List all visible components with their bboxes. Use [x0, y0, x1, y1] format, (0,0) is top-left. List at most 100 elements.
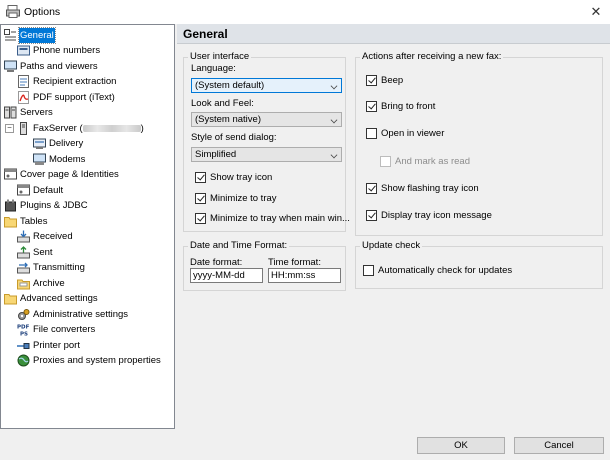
date-time-format-group: Date and Time Format: Date format: Time …	[183, 240, 346, 291]
chevron-down-icon	[330, 151, 338, 159]
title-bar: Options ✕	[0, 0, 610, 24]
folder-icon	[4, 294, 17, 305]
page-title: General	[183, 27, 228, 41]
checkbox-label: Show tray icon	[210, 172, 273, 183]
checkbox-label: Automatically check for updates	[378, 265, 513, 276]
folder-icon	[4, 217, 17, 228]
tree-item-label: Transmitting	[33, 262, 85, 273]
close-icon[interactable]: ✕	[582, 0, 610, 24]
lookfeel-select[interactable]: (System native)	[191, 112, 342, 127]
server-icon	[20, 122, 27, 135]
servers-icon	[4, 106, 17, 119]
modems-icon	[33, 153, 46, 165]
tree-item-label: Modems	[49, 154, 86, 165]
tree-item-label: PDF support (iText)	[33, 92, 115, 103]
checkbox-box	[363, 265, 374, 276]
file-converters-icon: PDFPS	[17, 325, 30, 337]
group-title: User interface	[188, 51, 252, 62]
tree-item-label: Default	[33, 185, 64, 196]
chevron-down-icon	[330, 82, 338, 90]
checkbox-box	[366, 210, 377, 221]
recipient-extraction-icon	[18, 75, 29, 88]
general-icon	[4, 29, 16, 41]
date-format-input[interactable]	[191, 269, 262, 282]
tree-item-label: File converters	[33, 324, 96, 335]
tree-item-label: Tables	[20, 216, 48, 227]
senddialog-label: Style of send dialog:	[191, 132, 277, 143]
delivery-icon	[33, 138, 46, 149]
globe-icon	[17, 354, 30, 367]
cover-page-icon	[4, 168, 17, 180]
checkbox-label: And mark as read	[395, 156, 470, 167]
tree-item-label: FaxServer ()	[33, 123, 144, 134]
time-format-label: Time format:	[268, 257, 321, 268]
checkbox-box	[195, 172, 206, 183]
chevron-down-icon	[330, 116, 338, 124]
options-tree[interactable]: General Phone numbers Paths and viewers …	[0, 24, 175, 429]
checkbox-label: Open in viewer	[381, 128, 445, 139]
ok-button[interactable]: OK	[417, 437, 505, 454]
redacted-hostname	[82, 124, 141, 132]
tree-item-label: Servers	[20, 107, 53, 118]
tree-item-label: Proxies and system properties	[33, 355, 161, 366]
checkbox-label: Display tray icon message	[381, 210, 492, 221]
tree-item-label: General	[18, 27, 56, 44]
checkbox-box	[366, 183, 377, 194]
senddialog-select[interactable]: Simplified	[191, 147, 342, 162]
tree-item-label: Printer port	[33, 340, 80, 351]
senddialog-value: Simplified	[195, 149, 237, 160]
pdf-icon	[18, 91, 29, 104]
checkbox-box	[366, 101, 377, 112]
options-app-icon	[6, 5, 20, 18]
received-icon	[17, 230, 30, 243]
svg-text:PDF: PDF	[17, 325, 30, 331]
update-check-group: Update check Automatically check for upd…	[355, 240, 603, 289]
checkbox-label: Minimize to tray when main win...	[210, 213, 350, 224]
transmitting-icon	[17, 262, 30, 274]
settings-panel: General User interface Language: (System…	[177, 24, 610, 429]
language-select[interactable]: (System default)	[191, 78, 342, 93]
time-format-field[interactable]	[268, 268, 341, 283]
cancel-button[interactable]: Cancel	[514, 437, 604, 454]
checkbox-label: Show flashing tray icon	[381, 183, 479, 194]
printer-port-icon	[17, 343, 30, 349]
dialog-footer: OK Cancel	[0, 430, 610, 460]
tree-item-label: Paths and viewers	[20, 61, 98, 72]
default-identity-icon	[17, 184, 30, 196]
checkbox-box	[195, 193, 206, 204]
user-interface-group: User interface Language: (System default…	[183, 51, 350, 232]
checkbox-box	[195, 213, 206, 224]
checkbox-label: Bring to front	[381, 101, 436, 112]
tree-item-label: Phone numbers	[33, 45, 101, 56]
tree-item-label: Recipient extraction	[33, 76, 117, 87]
checkbox-box	[366, 128, 377, 139]
date-format-field[interactable]	[190, 268, 263, 283]
archive-icon	[17, 279, 30, 290]
svg-text:PS: PS	[20, 332, 28, 337]
plugins-icon	[5, 199, 16, 212]
checkbox-box	[380, 156, 391, 167]
collapse-toggle[interactable]: −	[5, 124, 14, 133]
window-title: Options	[24, 6, 61, 18]
group-title: Update check	[360, 240, 423, 251]
lookfeel-value: (System native)	[195, 114, 261, 125]
time-format-input[interactable]	[269, 269, 340, 282]
checkbox-label: Beep	[381, 75, 404, 86]
date-format-label: Date format:	[190, 257, 243, 268]
phone-numbers-icon	[17, 45, 30, 56]
paths-viewers-icon	[4, 60, 17, 72]
actions-after-fax-group: Actions after receiving a new fax: Beep …	[355, 51, 603, 236]
language-value: (System default)	[195, 80, 265, 91]
admin-settings-icon	[18, 309, 30, 320]
tree-item-label: Received	[33, 231, 73, 242]
tree-item-label: Plugins & JDBC	[20, 200, 88, 211]
group-title: Date and Time Format:	[188, 240, 290, 251]
group-title: Actions after receiving a new fax:	[360, 51, 504, 62]
tree-item-label: Archive	[33, 278, 65, 289]
tree-item-label: Sent	[33, 247, 53, 258]
checkbox-label: Minimize to tray	[210, 193, 277, 204]
checkbox-box	[366, 75, 377, 86]
lookfeel-label: Look and Feel:	[191, 98, 254, 109]
language-label: Language:	[191, 63, 236, 74]
tree-item-label: Delivery	[49, 138, 84, 149]
